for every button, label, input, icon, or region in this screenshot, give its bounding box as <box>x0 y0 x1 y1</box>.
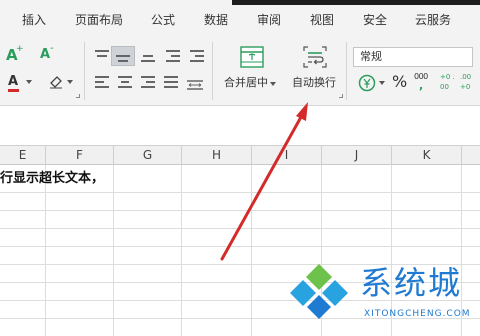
font-size-decrease-button[interactable]: A - <box>40 43 56 64</box>
ribbon-toolbar: A + A - A 合并居中 自动换行 常规 % 000 , +0 .00 .0… <box>0 38 480 106</box>
column-header-h[interactable]: H <box>182 146 252 165</box>
justify-icon[interactable] <box>164 76 178 88</box>
tab-page-layout[interactable]: 页面布局 <box>75 12 123 28</box>
increase-decimal-button[interactable]: +0 .00 <box>440 72 456 94</box>
title-bar-strip <box>232 0 480 5</box>
eraser-icon <box>50 76 62 89</box>
font-color-icon: A <box>8 74 19 89</box>
decrease-decimal-button[interactable]: .00 +0 <box>460 72 478 94</box>
align-bottom-icon[interactable] <box>141 50 155 62</box>
tab-insert[interactable]: 插入 <box>22 12 46 28</box>
chevron-down-icon <box>379 81 385 85</box>
align-top-icon[interactable] <box>95 50 109 62</box>
column-header-f[interactable]: F <box>46 146 114 165</box>
ribbon-separator <box>84 42 85 100</box>
currency-format-button[interactable] <box>358 74 386 92</box>
align-right-icon[interactable] <box>141 76 155 88</box>
wrap-text-button[interactable]: 自动换行 <box>290 44 340 98</box>
increase-decimal-icon: +0 .00 <box>440 73 455 91</box>
tab-data[interactable]: 数据 <box>204 12 228 28</box>
wrap-text-icon <box>303 46 327 68</box>
decrease-decimal-icon: .00 +0 <box>460 73 474 91</box>
cell-long-text[interactable]: 行显示超长文本， <box>0 170 104 188</box>
chevron-down-icon <box>270 82 276 86</box>
currency-icon <box>358 74 376 92</box>
watermark-logo-icon <box>290 264 348 319</box>
align-center-icon[interactable] <box>118 76 132 88</box>
clear-format-button[interactable] <box>48 73 74 91</box>
align-left-icon[interactable] <box>95 76 109 88</box>
merge-center-label: 合并居中 <box>224 76 268 89</box>
font-color-button[interactable]: A <box>8 74 32 92</box>
column-header-i[interactable]: I <box>252 146 322 165</box>
increase-indent-icon[interactable] <box>190 50 204 62</box>
column-header-g[interactable]: G <box>114 146 182 165</box>
decrease-indent-icon[interactable] <box>166 50 180 62</box>
tab-cloud-service[interactable]: 云服务 <box>415 12 451 28</box>
percent-icon: % <box>392 72 408 91</box>
font-size-increase-button[interactable]: A + <box>6 44 24 64</box>
distributed-align-icon[interactable] <box>186 76 204 90</box>
menu-tab-bar: 插入 页面布局 公式 数据 审阅 视图 安全 云服务 <box>0 0 480 38</box>
align-middle-icon <box>116 50 130 62</box>
tab-review[interactable]: 审阅 <box>257 12 281 28</box>
thousands-separator-button[interactable]: 000 , <box>414 72 432 94</box>
font-size-decrease-icon: A <box>40 47 51 62</box>
tab-formulas[interactable]: 公式 <box>151 12 175 28</box>
column-header-row: E F G H I J K <box>0 145 480 165</box>
ribbon-separator <box>346 42 347 100</box>
merge-center-icon <box>240 46 264 68</box>
number-format-select[interactable]: 常规 <box>353 47 473 67</box>
tab-view[interactable]: 视图 <box>310 12 334 28</box>
formula-bar-area <box>0 107 480 145</box>
ribbon-separator <box>212 42 213 100</box>
watermark-brand: 系统城 <box>360 264 463 302</box>
tab-security[interactable]: 安全 <box>363 12 387 28</box>
number-format-value: 常规 <box>360 50 382 63</box>
percent-style-button[interactable]: % <box>392 72 408 92</box>
column-header-j[interactable]: J <box>322 146 392 165</box>
font-group-launcher[interactable] <box>76 94 80 98</box>
watermark-url: XITONGCHENG.COM <box>364 309 471 319</box>
wrap-text-label: 自动换行 <box>292 76 336 89</box>
alignment-group-launcher[interactable] <box>339 94 343 98</box>
merge-center-button[interactable]: 合并居中 <box>222 44 284 98</box>
column-header-k[interactable]: K <box>392 146 462 165</box>
column-header-e[interactable]: E <box>0 146 46 165</box>
